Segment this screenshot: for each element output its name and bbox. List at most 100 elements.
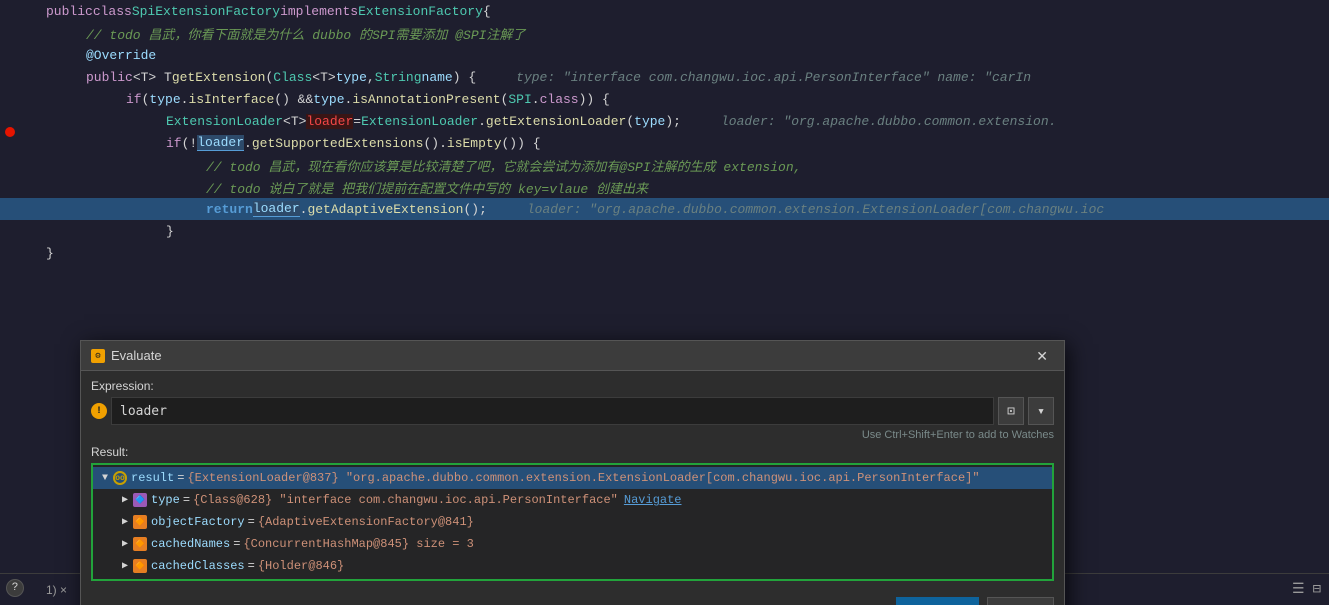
code-line-4: public <T> T getExtension ( Class <T> ty…	[0, 66, 1329, 88]
type-eq: =	[183, 493, 190, 507]
evaluate-icon: ⚙	[91, 349, 105, 363]
type-val: {Class@628} "interface com.changwu.ioc.a…	[193, 493, 618, 507]
code-content: public class SpiExtensionFactory impleme…	[46, 4, 1329, 19]
cachednames-eq: =	[233, 537, 240, 551]
hint-return: loader: "org.apache.dubbo.common.extensi…	[527, 202, 1104, 217]
cachedclasses-eq: =	[248, 559, 255, 573]
dialog-footer: Evaluate Close	[81, 589, 1064, 605]
string-type: String	[375, 70, 422, 85]
keyword-implements: implements	[280, 4, 358, 19]
cachedclasses-val: {Holder@846}	[258, 559, 344, 573]
var-type: type	[149, 92, 180, 107]
code-line-5: if ( type . isInterface () && type . isA…	[0, 88, 1329, 110]
spi-class: SPI	[508, 92, 531, 107]
cachedclasses-var: cachedClasses	[151, 559, 245, 573]
keyword-if: if	[126, 92, 142, 107]
code-line-12: }	[0, 242, 1329, 264]
evaluate-dialog: ⚙ Evaluate ✕ Expression: ! ⊡ ▾ Use Ctrl+…	[80, 340, 1065, 605]
comment-2: // todo 昌武，现在看你应该算是比较清楚了吧，它就会尝试为添加有@SPI注…	[206, 156, 801, 175]
loader-return: loader	[253, 201, 300, 217]
objfactory-icon: 🔶	[133, 515, 147, 529]
param-name: name	[422, 70, 453, 85]
keyword-public: public	[46, 4, 93, 19]
closing-brace: }	[46, 246, 54, 261]
hint-loader: loader: "org.apache.dubbo.common.extensi…	[721, 114, 1056, 129]
comment-3: // todo 说白了就是 把我们提前在配置文件中写的 key=vlaue 创建…	[206, 178, 648, 197]
loader-type: ExtensionLoader	[166, 114, 283, 129]
type-param: type	[634, 114, 665, 129]
root-eq: =	[177, 471, 184, 485]
loader-hl: loader	[197, 135, 244, 151]
loader-var: loader	[306, 114, 353, 129]
annotation: @Override	[86, 48, 156, 63]
var-type2: type	[313, 92, 344, 107]
dialog-titlebar: ⚙ Evaluate ✕	[81, 341, 1064, 371]
cachednames-expand[interactable]: ▶	[117, 536, 133, 552]
objfactory-expand[interactable]: ▶	[117, 514, 133, 530]
code-editor: public class SpiExtensionFactory impleme…	[0, 0, 1329, 605]
evaluate-button[interactable]: Evaluate	[896, 597, 979, 605]
keyword: public	[86, 70, 133, 85]
code-line-2: // todo 昌武，你看下面就是为什么 dubbo 的SPI需要添加 @SPI…	[0, 22, 1329, 44]
result-label: Result:	[91, 445, 1054, 459]
code-line-11: }	[0, 220, 1329, 242]
objfactory-val: {AdaptiveExtensionFactory@841}	[258, 515, 474, 529]
type-icon: 🔷	[133, 493, 147, 507]
result-tree: ▼ oo result = {ExtensionLoader@837} "org…	[91, 463, 1054, 581]
code-line-3: @Override	[0, 44, 1329, 66]
close-button[interactable]: Close	[987, 597, 1054, 605]
type-expand-icon[interactable]: ▶	[117, 492, 133, 508]
help-button[interactable]: ?	[6, 579, 24, 597]
get-extension-loader: getExtensionLoader	[486, 114, 626, 129]
comment-text: // todo 昌武，你看下面就是为什么 dubbo 的SPI需要添加 @SPI…	[86, 24, 525, 43]
tree-row-cachedclasses[interactable]: ▶ 🔶 cachedClasses = {Holder@846}	[93, 555, 1052, 577]
objfactory-var: objectFactory	[151, 515, 245, 529]
keyword-class2: class	[540, 92, 579, 107]
tree-row-objectfactory[interactable]: ▶ 🔶 objectFactory = {AdaptiveExtensionFa…	[93, 511, 1052, 533]
method-isAnnotation: isAnnotationPresent	[352, 92, 500, 107]
code-line-7: if (! loader . getSupportedExtensions ()…	[0, 132, 1329, 154]
cachednames-val: {ConcurrentHashMap@845} size = 3	[243, 537, 473, 551]
panel-icon-2[interactable]: ⊟	[1313, 581, 1321, 598]
bottom-tab-1x[interactable]: 1) ×	[40, 581, 73, 599]
root-expand-icon[interactable]: ▼	[97, 470, 113, 486]
method: getExtension	[172, 70, 266, 85]
code-line-1: public class SpiExtensionFactory impleme…	[0, 0, 1329, 22]
bottom-icons: ☰ ⊟	[1292, 581, 1321, 598]
type: Class	[273, 70, 312, 85]
hint-type: type: "interface com.changwu.ioc.api.Per…	[516, 70, 1031, 85]
param-type: type	[336, 70, 367, 85]
objfactory-eq: =	[248, 515, 255, 529]
tree-row-type[interactable]: ▶ 🔷 type = {Class@628} "interface com.ch…	[93, 489, 1052, 511]
root-var: result	[131, 471, 174, 485]
class-name: SpiExtensionFactory	[132, 4, 280, 19]
generic2: <T>	[312, 70, 335, 85]
expression-input[interactable]	[111, 397, 994, 425]
code-line-6: ExtensionLoader <T> loader = ExtensionLo…	[0, 110, 1329, 132]
get-adaptive: getAdaptiveExtension	[307, 202, 463, 217]
tree-row-cachednames[interactable]: ▶ 🔶 cachedNames = {ConcurrentHashMap@845…	[93, 533, 1052, 555]
panel-icon-1[interactable]: ☰	[1292, 581, 1305, 598]
expand-button[interactable]: ⊡	[998, 397, 1024, 425]
params: (	[265, 70, 273, 85]
keyword-return: return	[206, 202, 253, 217]
tree-row-root[interactable]: ▼ oo result = {ExtensionLoader@837} "org…	[93, 467, 1052, 489]
brace: {	[483, 4, 491, 19]
get-supported: getSupportedExtensions	[252, 136, 424, 151]
interface-name: ExtensionFactory	[358, 4, 483, 19]
navigate-link[interactable]: Navigate	[624, 493, 682, 507]
cachedclasses-icon: 🔶	[133, 559, 147, 573]
root-val: {ExtensionLoader@837} "org.apache.dubbo.…	[187, 471, 979, 485]
keyword-class: class	[93, 4, 132, 19]
watches-hint: Use Ctrl+Shift+Enter to add to Watches	[91, 429, 1054, 441]
dialog-title: Evaluate	[111, 348, 162, 363]
is-empty: isEmpty	[447, 136, 502, 151]
root-icon: oo	[113, 471, 127, 485]
dialog-close-button[interactable]: ✕	[1030, 347, 1054, 365]
cachedclasses-expand[interactable]: ▶	[117, 558, 133, 574]
code-line-8: // todo 昌武，现在看你应该算是比较清楚了吧，它就会尝试为添加有@SPI注…	[0, 154, 1329, 176]
dropdown-button[interactable]: ▾	[1028, 397, 1054, 425]
dialog-body: Expression: ! ⊡ ▾ Use Ctrl+Shift+Enter t…	[81, 371, 1064, 589]
expression-icon: !	[91, 403, 107, 419]
dialog-title-left: ⚙ Evaluate	[91, 348, 162, 363]
